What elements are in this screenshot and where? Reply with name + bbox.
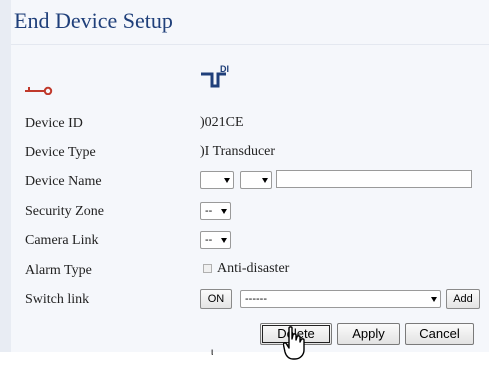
chevron-down-icon [221, 238, 227, 243]
chevron-down-icon [431, 297, 437, 302]
anti-disaster-checkbox[interactable] [203, 264, 212, 273]
add-switch-button[interactable]: Add [446, 289, 480, 309]
device-id-value: )021CE [200, 115, 244, 130]
apply-button[interactable]: Apply [337, 323, 400, 345]
title-divider [11, 44, 489, 45]
switch-link-selected: ------ [245, 293, 267, 305]
anti-disaster-label: Anti-disaster [217, 261, 290, 276]
security-zone-selected: -- [205, 205, 213, 217]
key-icon [25, 82, 53, 100]
di-icon-text: DI [220, 64, 229, 74]
hand-pointer-cursor [282, 326, 305, 365]
footer-partial-text: ι [211, 347, 214, 358]
security-zone-select[interactable]: -- [200, 202, 231, 220]
label-camera-link: Camera Link [25, 233, 99, 248]
cancel-button[interactable]: Cancel [405, 323, 474, 345]
switch-on-button[interactable]: ON [200, 289, 232, 309]
device-name-select-1[interactable] [200, 171, 234, 189]
di-transducer-icon: DI [200, 62, 234, 97]
camera-link-select[interactable]: -- [200, 231, 231, 249]
chevron-down-icon [262, 178, 268, 183]
camera-link-selected: -- [205, 234, 213, 246]
chevron-down-icon [224, 178, 230, 183]
label-device-id: Device ID [25, 116, 83, 131]
chevron-down-icon [221, 209, 227, 214]
device-name-input[interactable] [276, 170, 472, 188]
left-strip [0, 0, 11, 352]
label-alarm-type: Alarm Type [25, 263, 92, 278]
switch-link-select[interactable]: ------ [240, 290, 441, 308]
label-security-zone: Security Zone [25, 204, 104, 219]
label-device-name: Device Name [25, 174, 102, 189]
label-switch-link: Switch link [25, 292, 90, 307]
device-name-select-2[interactable] [240, 171, 272, 189]
label-device-type: Device Type [25, 145, 96, 160]
page-title: End Device Setup [14, 8, 173, 33]
device-type-value: )I Transducer [200, 144, 276, 159]
